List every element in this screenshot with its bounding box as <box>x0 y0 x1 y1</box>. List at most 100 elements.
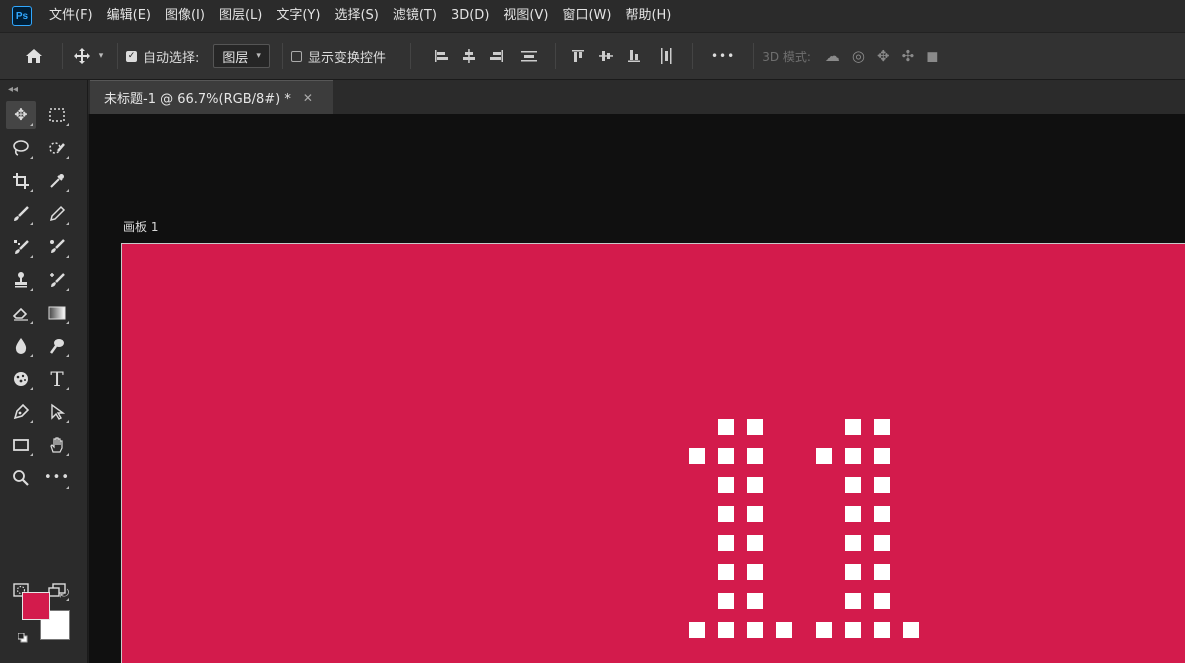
pencil-tool-icon[interactable] <box>42 200 72 228</box>
separator <box>753 43 755 69</box>
glyph-pixel <box>874 593 890 609</box>
collapse-panel-icon[interactable]: ◂◂ <box>0 80 87 98</box>
glyph-pixel <box>747 506 763 522</box>
glyph-pixel <box>718 419 734 435</box>
menu-filter[interactable]: 滤镜(T) <box>386 0 444 32</box>
blur-tool-icon[interactable] <box>6 332 36 360</box>
separator <box>62 43 63 69</box>
menu-view[interactable]: 视图(V) <box>496 0 555 32</box>
glyph-pixel <box>747 564 763 580</box>
menu-type[interactable]: 文字(Y) <box>269 0 327 32</box>
glyph-pixel <box>874 448 890 464</box>
glyph-pixel <box>874 477 890 493</box>
sponge-tool-icon[interactable] <box>6 365 36 393</box>
auto-select-checkbox[interactable]: ✓ <box>126 50 137 62</box>
quick-selection-tool-icon[interactable] <box>42 134 72 162</box>
eyedropper-tool-icon[interactable] <box>42 167 72 195</box>
glyph-pixel <box>747 593 763 609</box>
scale-3d-video-icon[interactable]: ◼ <box>926 47 938 65</box>
path-selection-tool-icon[interactable] <box>42 398 72 426</box>
dodge-tool-icon[interactable] <box>42 332 72 360</box>
photoshop-logo-icon[interactable]: Ps <box>12 6 32 26</box>
chevron-down-icon[interactable]: ▾ <box>93 51 109 61</box>
move-tool-icon[interactable] <box>71 47 93 65</box>
edit-toolbar-icon[interactable]: ••• <box>42 464 72 492</box>
hand-tool-icon[interactable] <box>42 431 72 459</box>
lasso-tool-icon[interactable] <box>6 134 36 162</box>
menu-select[interactable]: 选择(S) <box>327 0 385 32</box>
glyph-pixel <box>845 448 861 464</box>
zoom-tool-icon[interactable] <box>6 464 36 492</box>
type-tool-icon[interactable]: T <box>42 365 72 393</box>
more-options-icon[interactable]: ••• <box>711 49 735 63</box>
artboard-label[interactable]: 画板 1 <box>123 218 158 235</box>
separator <box>691 43 693 69</box>
3d-mode-label: 3D 模式: <box>762 49 811 64</box>
slide-3d-icon[interactable]: ✣ <box>902 47 915 65</box>
align-vertical-centers-icon[interactable] <box>592 48 620 64</box>
glyph-pixel <box>747 448 763 464</box>
menu-help[interactable]: 帮助(H) <box>618 0 678 32</box>
glyph-pixel <box>718 477 734 493</box>
glyph-pixel <box>747 535 763 551</box>
glyph-pixel <box>874 419 890 435</box>
glyph-pixel <box>718 448 734 464</box>
auto-select-label: 自动选择: <box>143 50 200 66</box>
menu-file[interactable]: 文件(F) <box>42 0 100 32</box>
home-icon[interactable] <box>14 48 54 64</box>
move-tool-icon[interactable]: ✥ <box>6 100 36 129</box>
glyph-pixel <box>874 506 890 522</box>
document-tab[interactable]: 未标题-1 @ 66.7%(RGB/8#) * ✕ <box>90 80 333 114</box>
menu-bar: Ps 文件(F) 编辑(E) 图像(I) 图层(L) 文字(Y) 选择(S) 滤… <box>0 0 1185 32</box>
show-transform-checkbox[interactable] <box>290 50 302 62</box>
canvas-workspace[interactable]: 画板 1 <box>89 114 1185 663</box>
align-left-edges-icon[interactable] <box>427 48 455 64</box>
align-top-edges-icon[interactable] <box>564 48 592 64</box>
spot-healing-brush-tool-icon[interactable] <box>6 233 36 261</box>
glyph-pixel <box>689 622 705 638</box>
crop-tool-icon[interactable] <box>6 167 36 195</box>
auto-select-target-dropdown[interactable]: 图层 ▾ <box>213 44 270 68</box>
options-bar: ▾ ✓ 自动选择: 图层 ▾ 显示变换控件 ••• 3D 模式: ☁ ◎ ✥ ✣… <box>0 32 1185 80</box>
artboard[interactable] <box>121 243 1185 663</box>
auto-select-target-value: 图层 <box>222 50 249 66</box>
distribute-vertical-icon[interactable] <box>511 48 547 64</box>
eraser-tool-icon[interactable] <box>6 299 36 327</box>
menu-edit[interactable]: 编辑(E) <box>100 0 158 32</box>
menu-window[interactable]: 窗口(W) <box>555 0 618 32</box>
menu-layer[interactable]: 图层(L) <box>212 0 269 32</box>
distribute-horizontal-icon[interactable] <box>648 47 684 65</box>
glyph-pixel <box>689 448 705 464</box>
glyph-pixel <box>776 622 792 638</box>
pan-3d-icon[interactable]: ✥ <box>877 47 890 65</box>
glyph-pixel <box>874 564 890 580</box>
clone-stamp-tool-icon[interactable] <box>6 266 36 294</box>
separator <box>409 43 411 69</box>
document-tab-title: 未标题-1 @ 66.7%(RGB/8#) * <box>104 92 291 107</box>
orbit-3d-icon[interactable]: ☁ <box>825 47 840 65</box>
glyph-pixel <box>718 593 734 609</box>
separator <box>554 43 556 69</box>
glyph-pixel <box>903 622 919 638</box>
glyph-pixel <box>845 506 861 522</box>
pen-tool-icon[interactable] <box>6 398 36 426</box>
gradient-tool-icon[interactable] <box>42 299 72 327</box>
menu-image[interactable]: 图像(I) <box>158 0 212 32</box>
align-horizontal-centers-icon[interactable] <box>455 48 483 64</box>
show-transform-label: 显示变换控件 <box>307 50 386 66</box>
default-colors-icon[interactable] <box>17 628 28 643</box>
art-history-brush-tool-icon[interactable] <box>42 266 72 294</box>
menu-3d[interactable]: 3D(D) <box>444 0 496 32</box>
history-brush-tool-icon[interactable] <box>42 233 72 261</box>
marquee-tool-icon[interactable] <box>42 101 72 129</box>
foreground-color-swatch[interactable] <box>22 592 50 620</box>
close-icon[interactable]: ✕ <box>303 91 313 105</box>
brush-tool-icon[interactable] <box>6 200 36 228</box>
align-right-edges-icon[interactable] <box>483 48 511 64</box>
align-bottom-edges-icon[interactable] <box>620 48 648 64</box>
glyph-pixel <box>718 622 734 638</box>
separator <box>117 43 118 69</box>
rectangle-tool-icon[interactable] <box>6 431 36 459</box>
roll-3d-icon[interactable]: ◎ <box>852 47 865 65</box>
glyph-pixel <box>845 622 861 638</box>
